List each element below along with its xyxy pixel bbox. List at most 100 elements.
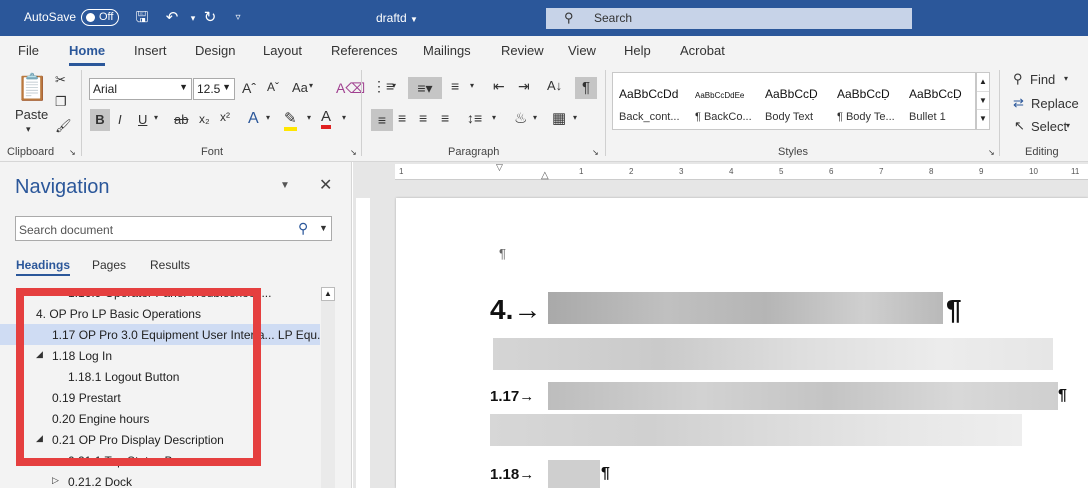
cut-icon[interactable]: ✂ <box>55 72 66 88</box>
paste-dropdown-icon[interactable]: ▾ <box>26 124 31 135</box>
clipboard-launcher-icon[interactable]: ↘ <box>69 148 76 157</box>
underline-button[interactable]: U <box>138 112 147 127</box>
styles-scroll[interactable]: ▲ ▼ ▼ <box>976 72 990 130</box>
select-button[interactable]: Select <box>1031 119 1067 134</box>
search-document-input[interactable]: Search document ⚲ ▼ <box>15 216 332 241</box>
title-search-box[interactable]: ⚲ Search <box>546 8 912 29</box>
text-effects-icon[interactable]: A <box>248 110 259 128</box>
paragraph-launcher-icon[interactable]: ↘ <box>592 148 599 157</box>
paste-button[interactable]: Paste <box>15 107 48 122</box>
style-item[interactable]: AaBbCcḌ Body Text <box>759 73 831 129</box>
horizontal-ruler[interactable]: 1 ▽ △ 1 2 3 4 5 6 7 8 9 10 11 <box>395 162 1088 181</box>
borders-icon[interactable]: ▦ <box>552 109 566 127</box>
chevron-up-icon[interactable]: ▲ <box>977 73 989 91</box>
justify-icon[interactable]: ≡ <box>441 110 449 126</box>
tab-help[interactable]: Help <box>624 43 651 58</box>
more-styles-icon[interactable]: ▼ <box>977 109 989 127</box>
scroll-up-icon[interactable]: ▲ <box>321 287 335 301</box>
grow-font-icon[interactable]: Aˆ <box>242 80 256 96</box>
bold-button[interactable]: B <box>90 109 110 131</box>
expand-triangle-icon[interactable]: ▷ <box>52 475 59 486</box>
show-formatting-marks-icon[interactable]: ¶ <box>575 77 597 99</box>
tab-view[interactable]: View <box>568 43 596 58</box>
tab-references[interactable]: References <box>331 43 397 58</box>
chevron-down-icon[interactable]: ▾ <box>392 81 396 90</box>
strikethrough-button[interactable]: ab <box>174 112 188 127</box>
align-center-icon[interactable]: ≡ <box>398 110 406 126</box>
font-launcher-icon[interactable]: ↘ <box>350 148 357 157</box>
line-spacing-icon[interactable]: ↕≡ <box>467 110 482 126</box>
format-painter-icon[interactable]: 🖌 <box>55 118 72 134</box>
tab-results[interactable]: Results <box>150 258 190 272</box>
chevron-down-icon[interactable]: ▾ <box>154 113 158 122</box>
style-item[interactable]: AaBbCcḌ ¶ Body Te... <box>831 73 903 129</box>
chevron-down-icon[interactable]: ▾ <box>573 113 577 122</box>
tab-insert[interactable]: Insert <box>134 43 167 58</box>
align-left-icon[interactable]: ≡ <box>371 109 393 131</box>
vertical-ruler[interactable] <box>356 198 370 488</box>
chevron-down-icon[interactable]: ▾ <box>309 81 313 90</box>
bullets-icon[interactable]: ⋮≡ <box>372 78 394 95</box>
select-icon[interactable]: ↖ <box>1014 118 1025 134</box>
chevron-down-icon[interactable]: ▾ <box>266 113 270 122</box>
font-color-icon[interactable]: A <box>321 108 332 129</box>
undo-icon[interactable]: ↶ <box>162 8 182 28</box>
autosave-toggle[interactable]: Off <box>81 9 119 26</box>
tab-mailings[interactable]: Mailings <box>423 43 471 58</box>
replace-icon[interactable]: ⇄ <box>1013 95 1024 111</box>
highlight-icon[interactable]: ✎ <box>284 109 297 131</box>
chevron-down-icon[interactable]: ▾ <box>492 113 496 122</box>
style-item[interactable]: AaBbCcDdEe ¶ BackCo... <box>689 73 761 129</box>
style-item[interactable]: AaBbCcḌ Bullet 1 <box>903 73 975 129</box>
style-item[interactable]: AaBbCcDd Back_cont... <box>613 73 685 129</box>
chevron-down-icon[interactable]: ▾ <box>533 113 537 122</box>
redo-icon[interactable]: ↻ <box>200 8 220 28</box>
tab-layout[interactable]: Layout <box>263 43 302 58</box>
chevron-down-icon[interactable]: ▾ <box>1066 121 1070 130</box>
font-name-combo[interactable]: Arial ▼ <box>89 78 192 100</box>
chevron-down-icon[interactable]: ▾ <box>470 81 474 90</box>
align-right-icon[interactable]: ≡ <box>419 110 427 126</box>
increase-indent-icon[interactable]: ⇥ <box>518 78 530 95</box>
replace-button[interactable]: Replace <box>1031 96 1079 111</box>
document-name[interactable]: draftd ▼ <box>376 11 418 25</box>
superscript-button[interactable]: x² <box>220 110 230 124</box>
font-size-combo[interactable]: 12.5 ▼ <box>193 78 235 100</box>
first-line-indent-marker[interactable]: ▽ <box>496 162 503 173</box>
numbering-icon[interactable]: ≡▾ <box>408 77 442 99</box>
chevron-down-icon[interactable]: ▼ <box>319 223 328 233</box>
search-icon[interactable]: ⚲ <box>298 220 308 237</box>
tab-design[interactable]: Design <box>195 43 235 58</box>
change-case-icon[interactable]: Aa <box>292 80 308 95</box>
decrease-indent-icon[interactable]: ⇤ <box>493 78 505 95</box>
sort-icon[interactable]: A↓ <box>547 78 562 93</box>
shading-icon[interactable]: ♨ <box>514 109 527 127</box>
heading-item[interactable]: ▷ 0.21.2 Dock <box>0 471 320 488</box>
close-icon[interactable]: ✕ <box>319 175 332 195</box>
italic-button[interactable]: I <box>118 112 122 127</box>
shrink-font-icon[interactable]: Aˇ <box>267 80 279 94</box>
subscript-button[interactable]: x₂ <box>199 112 210 126</box>
tab-review[interactable]: Review <box>501 43 544 58</box>
multilevel-list-icon[interactable]: ≡ <box>451 78 459 94</box>
tab-acrobat[interactable]: Acrobat <box>680 43 725 58</box>
tab-headings[interactable]: Headings <box>16 258 71 276</box>
paste-icon[interactable]: 📋 <box>16 72 48 103</box>
chevron-down-icon[interactable]: ▾ <box>307 113 311 122</box>
tab-file[interactable]: File <box>18 43 39 58</box>
save-icon[interactable]: 🖫 <box>132 8 152 28</box>
chevron-down-icon[interactable]: ▾ <box>342 113 346 122</box>
chevron-down-icon[interactable]: ▾ <box>1064 74 1068 83</box>
tab-pages[interactable]: Pages <box>92 258 126 272</box>
customize-toolbar-icon[interactable]: ▿ <box>228 8 248 28</box>
tree-scrollbar[interactable]: ▲ <box>321 287 335 488</box>
document-page[interactable]: ¶ 4.→ ¶ 1.17→ ¶ 1.18→ ¶ <box>396 198 1088 488</box>
chevron-down-icon[interactable]: ▼ <box>977 91 989 109</box>
tab-home[interactable]: Home <box>69 43 106 66</box>
styles-launcher-icon[interactable]: ↘ <box>988 148 995 157</box>
find-icon[interactable]: ⚲ <box>1013 71 1023 87</box>
left-indent-marker[interactable]: △ <box>541 170 549 181</box>
copy-icon[interactable]: ❐ <box>55 94 67 110</box>
pane-options-icon[interactable]: ▼ <box>280 180 290 191</box>
find-button[interactable]: Find <box>1030 72 1055 87</box>
